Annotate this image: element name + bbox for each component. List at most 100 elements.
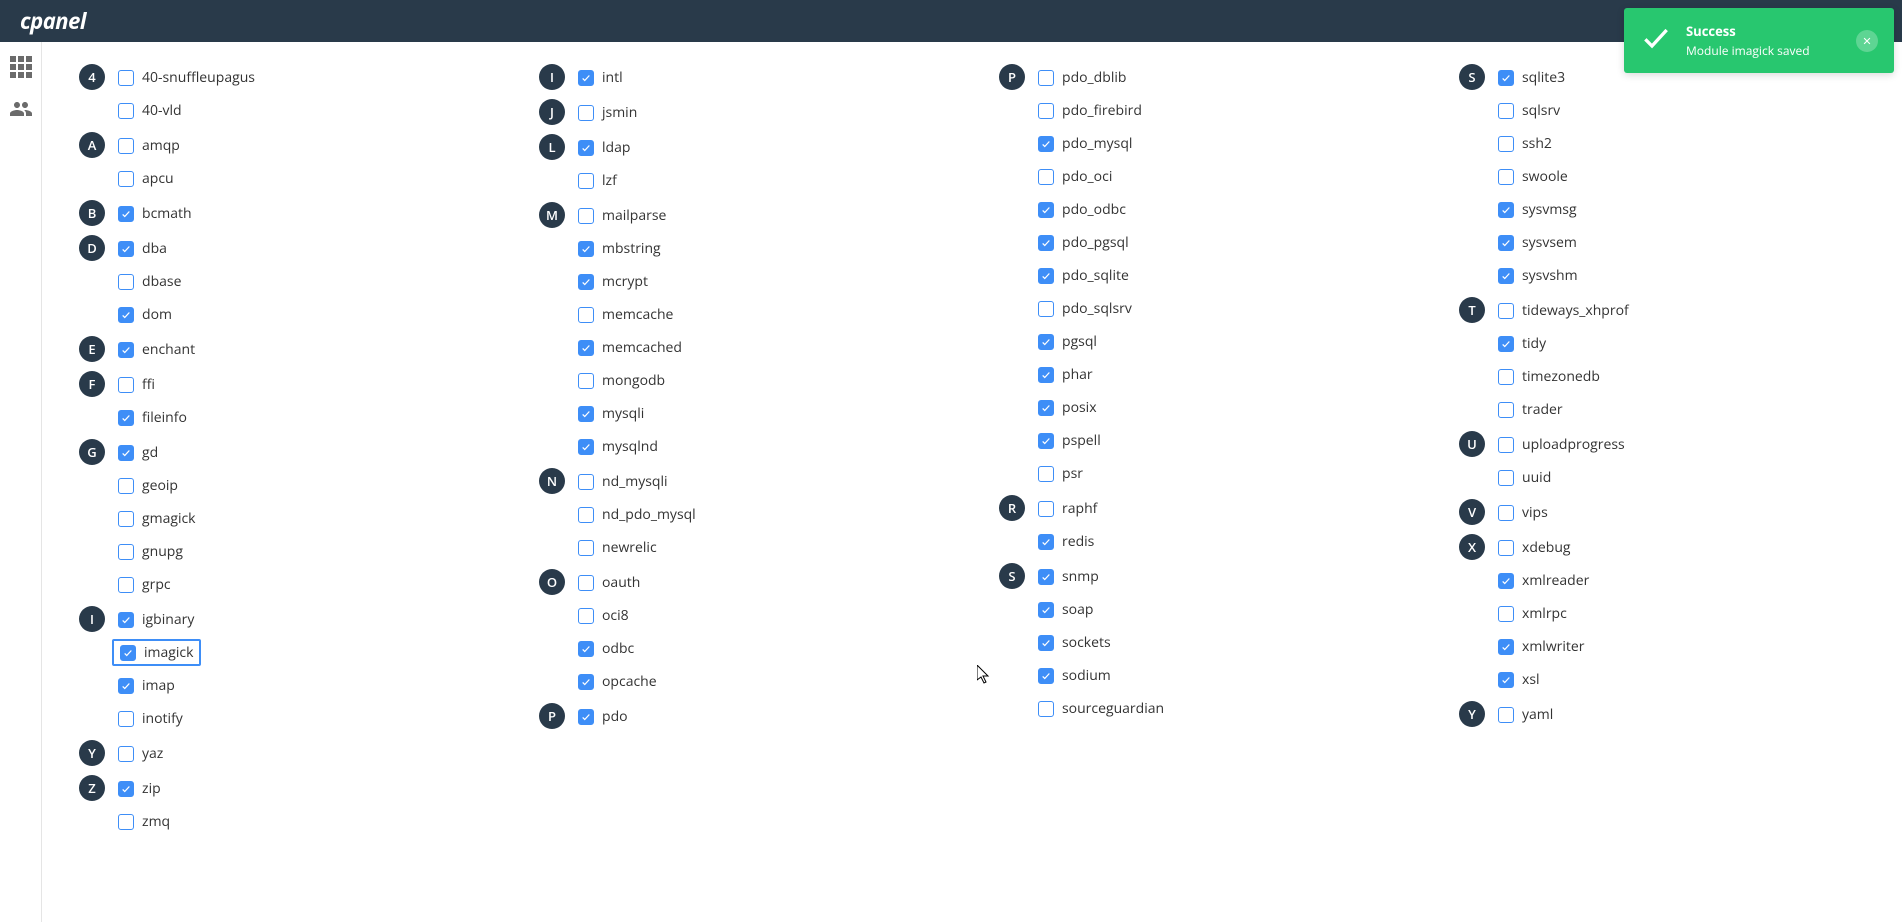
module-enchant[interactable]: enchant (112, 336, 492, 363)
module-zmq[interactable]: zmq (112, 808, 492, 835)
module-pdo_sqlite[interactable]: pdo_sqlite (1032, 262, 1412, 289)
checkbox[interactable] (578, 70, 594, 86)
module-zip[interactable]: zip (112, 775, 492, 802)
checkbox[interactable] (1498, 402, 1514, 418)
module-sodium[interactable]: sodium (1032, 662, 1412, 689)
module-grpc[interactable]: grpc (112, 571, 492, 598)
checkbox[interactable] (1038, 668, 1054, 684)
checkbox[interactable] (118, 171, 134, 187)
checkbox[interactable] (578, 173, 594, 189)
module-pdo_oci[interactable]: pdo_oci (1032, 163, 1412, 190)
checkbox[interactable] (1498, 336, 1514, 352)
module-pdo_odbc[interactable]: pdo_odbc (1032, 196, 1412, 223)
checkbox[interactable] (118, 138, 134, 154)
checkbox[interactable] (1498, 369, 1514, 385)
checkbox[interactable] (1038, 602, 1054, 618)
module-soap[interactable]: soap (1032, 596, 1412, 623)
module-raphf[interactable]: raphf (1032, 495, 1412, 522)
module-apcu[interactable]: apcu (112, 165, 492, 192)
checkbox[interactable] (1498, 70, 1514, 86)
module-oauth[interactable]: oauth (572, 569, 952, 596)
module-phar[interactable]: phar (1032, 361, 1412, 388)
module-psr[interactable]: psr (1032, 460, 1412, 487)
module-xmlrpc[interactable]: xmlrpc (1492, 600, 1872, 627)
module-uuid[interactable]: uuid (1492, 464, 1872, 491)
module-pdo_mysql[interactable]: pdo_mysql (1032, 130, 1412, 157)
checkbox[interactable] (578, 439, 594, 455)
module-igbinary[interactable]: igbinary (112, 606, 492, 633)
checkbox[interactable] (1498, 707, 1514, 723)
checkbox[interactable] (1498, 136, 1514, 152)
checkbox[interactable] (1498, 470, 1514, 486)
module-40-snuffleupagus[interactable]: 40-snuffleupagus (112, 64, 492, 91)
checkbox[interactable] (578, 608, 594, 624)
module-memcache[interactable]: memcache (572, 301, 952, 328)
module-newrelic[interactable]: newrelic (572, 534, 952, 561)
checkbox[interactable] (118, 814, 134, 830)
module-oci8[interactable]: oci8 (572, 602, 952, 629)
module-memcached[interactable]: memcached (572, 334, 952, 361)
module-pgsql[interactable]: pgsql (1032, 328, 1412, 355)
module-sysvsem[interactable]: sysvsem (1492, 229, 1872, 256)
module-gnupg[interactable]: gnupg (112, 538, 492, 565)
checkbox[interactable] (1038, 501, 1054, 517)
module-mailparse[interactable]: mailparse (572, 202, 952, 229)
module-bcmath[interactable]: bcmath (112, 200, 492, 227)
checkbox[interactable] (1498, 235, 1514, 251)
module-jsmin[interactable]: jsmin (572, 99, 952, 126)
checkbox[interactable] (578, 373, 594, 389)
users-icon[interactable] (8, 98, 34, 124)
checkbox[interactable] (1038, 136, 1054, 152)
checkbox[interactable] (118, 511, 134, 527)
module-ssh2[interactable]: ssh2 (1492, 130, 1872, 157)
checkbox[interactable] (578, 575, 594, 591)
module-xmlreader[interactable]: xmlreader (1492, 567, 1872, 594)
checkbox[interactable] (1038, 103, 1054, 119)
checkbox[interactable] (118, 746, 134, 762)
module-pdo_sqlsrv[interactable]: pdo_sqlsrv (1032, 295, 1412, 322)
checkbox[interactable] (578, 140, 594, 156)
module-tidy[interactable]: tidy (1492, 330, 1872, 357)
module-sockets[interactable]: sockets (1032, 629, 1412, 656)
module-ldap[interactable]: ldap (572, 134, 952, 161)
checkbox[interactable] (118, 70, 134, 86)
module-yaml[interactable]: yaml (1492, 701, 1872, 728)
module-mongodb[interactable]: mongodb (572, 367, 952, 394)
module-pdo[interactable]: pdo (572, 703, 952, 730)
checkbox[interactable] (578, 105, 594, 121)
module-imagick[interactable]: imagick (112, 639, 201, 666)
module-gd[interactable]: gd (112, 439, 492, 466)
checkbox[interactable] (578, 274, 594, 290)
checkbox[interactable] (120, 645, 136, 661)
checkbox[interactable] (1038, 367, 1054, 383)
checkbox[interactable] (118, 544, 134, 560)
module-tideways_xhprof[interactable]: tideways_xhprof (1492, 297, 1872, 324)
module-fileinfo[interactable]: fileinfo (112, 404, 492, 431)
checkbox[interactable] (1038, 701, 1054, 717)
checkbox[interactable] (118, 206, 134, 222)
module-xdebug[interactable]: xdebug (1492, 534, 1872, 561)
checkbox[interactable] (1498, 169, 1514, 185)
checkbox[interactable] (1498, 672, 1514, 688)
module-mbstring[interactable]: mbstring (572, 235, 952, 262)
checkbox[interactable] (1038, 70, 1054, 86)
checkbox[interactable] (118, 781, 134, 797)
module-swoole[interactable]: swoole (1492, 163, 1872, 190)
checkbox[interactable] (1038, 635, 1054, 651)
module-mysqlnd[interactable]: mysqlnd (572, 433, 952, 460)
module-imap[interactable]: imap (112, 672, 492, 699)
checkbox[interactable] (578, 474, 594, 490)
apps-grid-icon[interactable] (8, 54, 34, 80)
checkbox[interactable] (118, 241, 134, 257)
checkbox[interactable] (1498, 573, 1514, 589)
checkbox[interactable] (1498, 505, 1514, 521)
module-pspell[interactable]: pspell (1032, 427, 1412, 454)
checkbox[interactable] (118, 410, 134, 426)
module-geoip[interactable]: geoip (112, 472, 492, 499)
checkbox[interactable] (578, 674, 594, 690)
module-gmagick[interactable]: gmagick (112, 505, 492, 532)
module-xmlwriter[interactable]: xmlwriter (1492, 633, 1872, 660)
checkbox[interactable] (1038, 202, 1054, 218)
checkbox[interactable] (118, 377, 134, 393)
module-dbase[interactable]: dbase (112, 268, 492, 295)
